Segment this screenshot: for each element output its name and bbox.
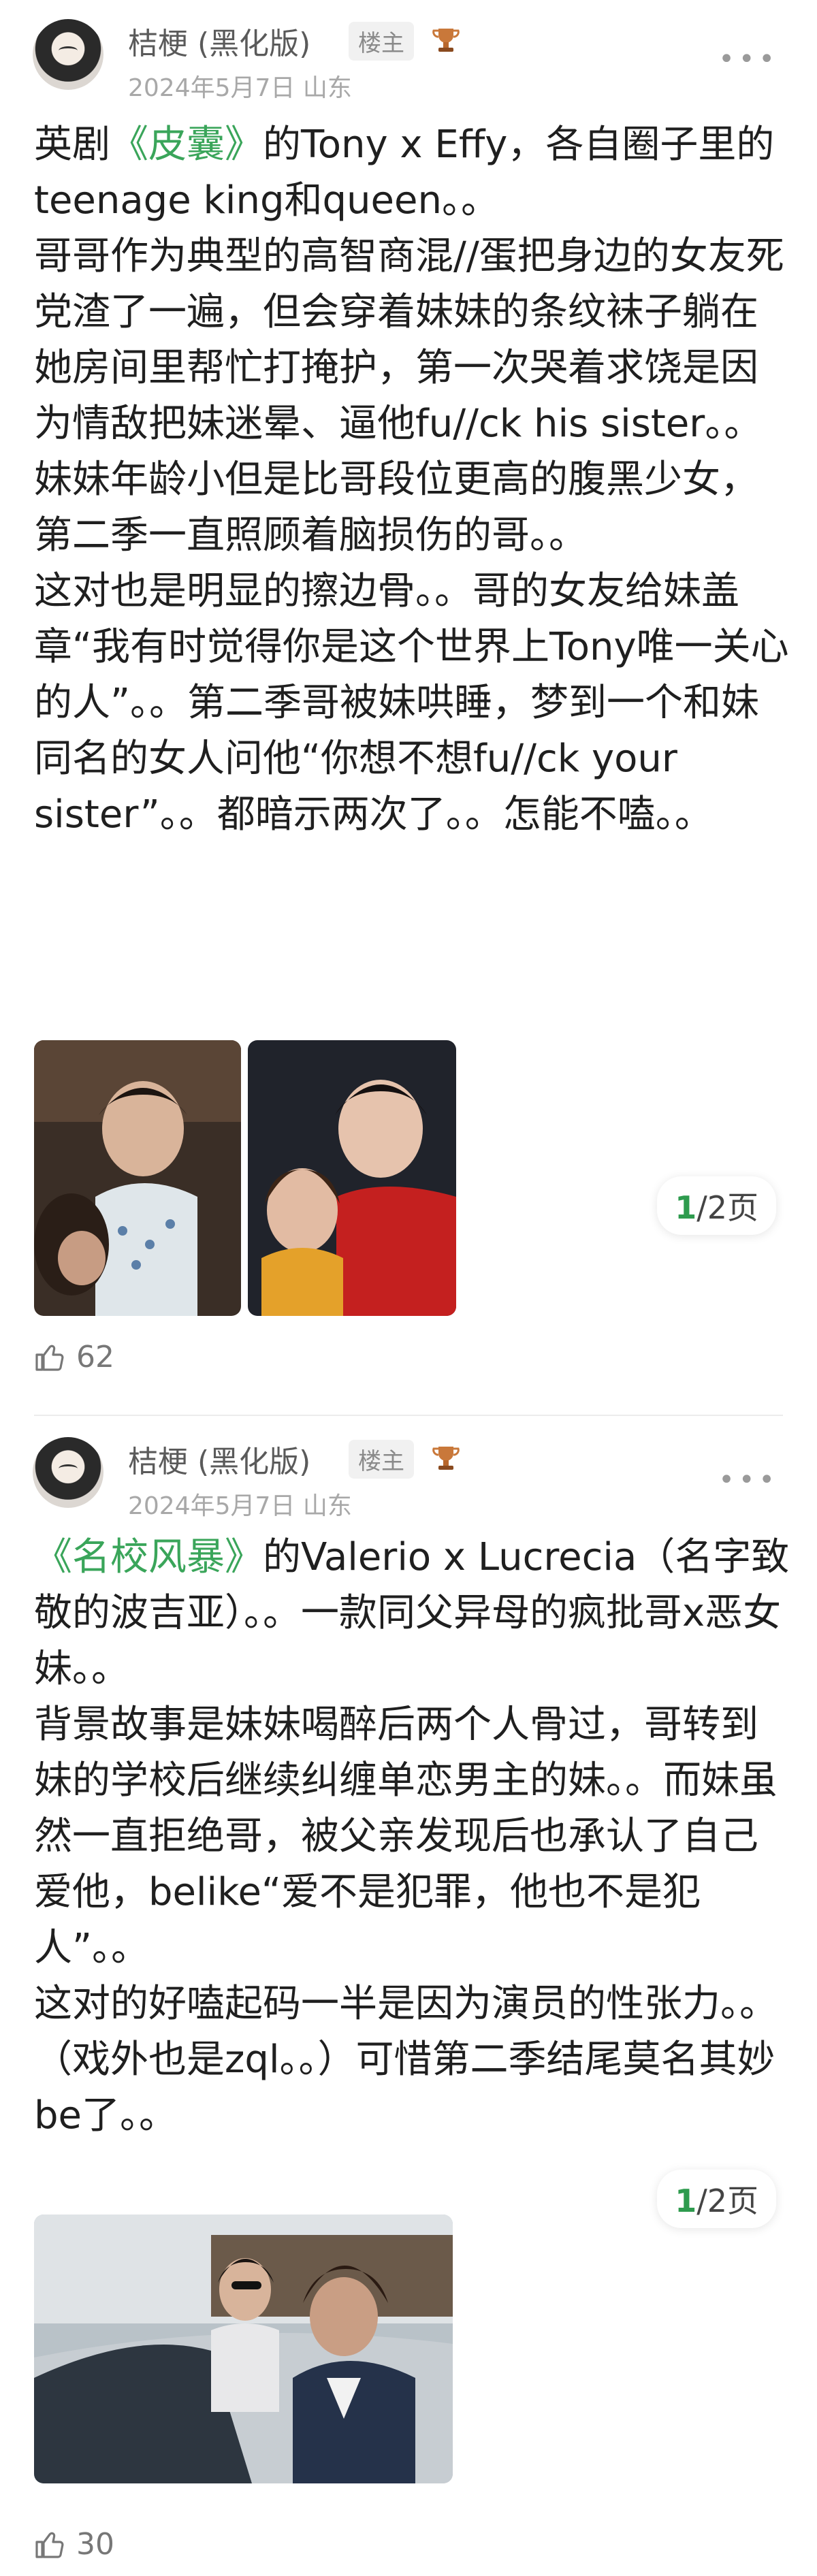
like-button[interactable]: 62 — [34, 1340, 114, 1374]
paragraph-text: 英剧 — [34, 123, 110, 167]
post-1: 桔梗 (黑化版) 楼主 2024年5月7日 山东 ••• 英剧《皮囊》的Tony… — [0, 0, 817, 1402]
author-avatar[interactable] — [33, 19, 103, 90]
owner-badge: 楼主 — [349, 1440, 414, 1479]
photo-1[interactable] — [34, 2215, 453, 2483]
author-avatar[interactable] — [33, 1437, 103, 1508]
thumbs-up-icon — [35, 1345, 64, 1371]
paragraph: 英剧《皮囊》的Tony x Effy，各自圈子里的teenage king和qu… — [34, 117, 790, 229]
trophy-icon — [432, 1447, 460, 1470]
thumbs-up-icon — [35, 2532, 64, 2558]
pager-current: 1 — [675, 2183, 697, 2219]
show-title-link[interactable]: 《皮囊》 — [110, 123, 263, 167]
paragraph: 哥哥作为典型的高智商混//蛋把身边的女友死党渣了一遍，但会穿着妹妹的条纹袜子躺在… — [34, 234, 784, 558]
like-button[interactable]: 30 — [34, 2527, 114, 2562]
post-content: 《名校风暴》的Valerio x Lucrecia（名字致敬的波吉亚）。。一款同… — [34, 1530, 790, 2144]
image-pager[interactable]: 1/2页 — [657, 1176, 776, 1235]
paragraph: 这对的好嗑起码一半是因为演员的性张力。。（戏外也是zql。。）可惜第二季结尾莫名… — [34, 1982, 778, 2138]
pager-current: 1 — [675, 1189, 697, 1226]
show-title-link[interactable]: 《名校风暴》 — [34, 1535, 263, 1579]
post-divider — [34, 1415, 783, 1416]
photo-strip — [34, 1040, 456, 1316]
trophy-icon — [432, 29, 460, 52]
image-pager[interactable]: 1/2页 — [657, 2170, 776, 2228]
post-2: 桔梗 (黑化版) 楼主 2024年5月7日 山东 ••• 《名校风暴》的Vale… — [0, 1426, 817, 2576]
paragraph: 背景故事是妹妹喝醉后两个人骨过，哥转到妹的学校后继续纠缠单恋男主的妹。。而妹虽然… — [34, 1703, 778, 1970]
post-meta: 2024年5月7日 山东 — [128, 1492, 352, 1520]
author-name[interactable]: 桔梗 (黑化版) — [128, 19, 310, 63]
like-count: 62 — [76, 1340, 114, 1374]
like-count: 30 — [76, 2527, 114, 2562]
more-dots-icon[interactable]: ••• — [718, 1464, 779, 1496]
paragraph: 《名校风暴》的Valerio x Lucrecia（名字致敬的波吉亚）。。一款同… — [34, 1530, 790, 1697]
post-content: 英剧《皮囊》的Tony x Effy，各自圈子里的teenage king和qu… — [34, 117, 790, 843]
pager-total: /2页 — [696, 1189, 758, 1226]
author-name[interactable]: 桔梗 (黑化版) — [128, 1437, 310, 1481]
paragraph: 这对也是明显的擦边骨。。哥的女友给妹盖章“我有时觉得你是这个世界上Tony唯一关… — [34, 569, 789, 837]
photo-1[interactable] — [34, 1040, 241, 1316]
photo-2[interactable] — [248, 1040, 456, 1316]
more-dots-icon[interactable]: ••• — [718, 44, 779, 75]
pager-total: /2页 — [696, 2183, 758, 2219]
owner-badge: 楼主 — [349, 22, 414, 61]
post-meta: 2024年5月7日 山东 — [128, 74, 352, 102]
